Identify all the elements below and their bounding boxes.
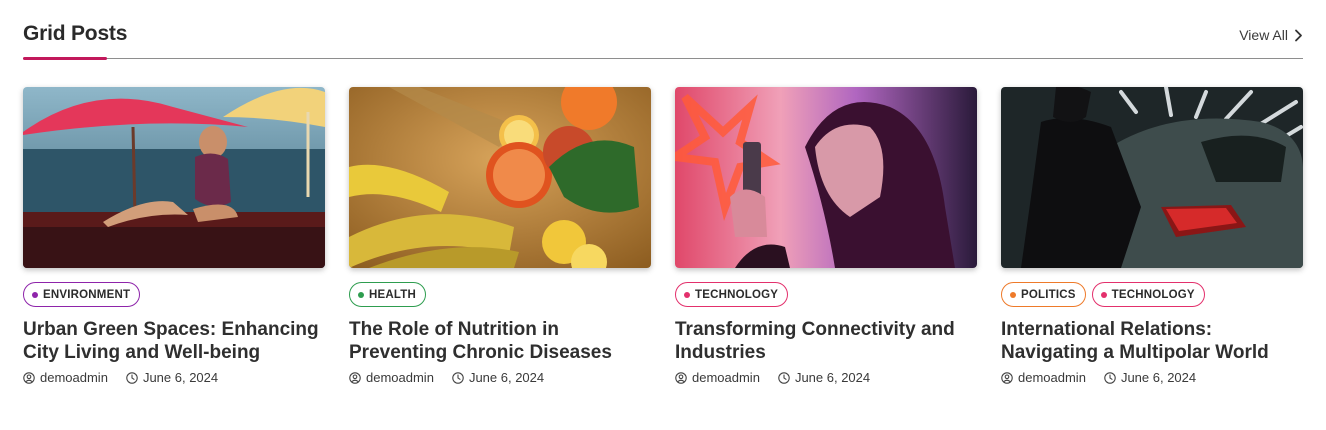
post-author[interactable]: demoadmin bbox=[349, 370, 434, 385]
post-tags: HEALTH bbox=[349, 282, 651, 307]
tag-environment[interactable]: ENVIRONMENT bbox=[23, 282, 141, 307]
view-all-link[interactable]: View All bbox=[1239, 27, 1303, 43]
post-tags: POLITICS TECHNOLOGY bbox=[1001, 282, 1303, 307]
author-name: demoadmin bbox=[366, 370, 434, 385]
poolside-photo bbox=[23, 87, 325, 268]
tag-dot bbox=[1100, 291, 1107, 298]
post-meta: demoadmin June 6, 2024 bbox=[675, 370, 977, 385]
post-title[interactable]: The Role of Nutrition in Preventing Chro… bbox=[349, 318, 651, 364]
post-author[interactable]: demoadmin bbox=[23, 370, 108, 385]
post-title[interactable]: International Relations: Navigating a Mu… bbox=[1001, 318, 1303, 364]
author-name: demoadmin bbox=[692, 370, 760, 385]
post-meta: demoadmin June 6, 2024 bbox=[23, 370, 325, 385]
tag-label: TECHNOLOGY bbox=[695, 288, 779, 301]
tag-technology[interactable]: TECHNOLOGY bbox=[675, 282, 789, 307]
tag-dot bbox=[684, 291, 690, 298]
view-all-label: View All bbox=[1239, 27, 1288, 43]
post-tags: ENVIRONMENT bbox=[23, 282, 325, 307]
fruits-photo bbox=[349, 87, 651, 268]
tag-label: HEALTH bbox=[369, 288, 416, 301]
grid-posts-section: Grid Posts View All ENVIRONMENT Urban Gr… bbox=[23, 0, 1303, 385]
post-title[interactable]: Urban Green Spaces: Enhancing City Livin… bbox=[23, 318, 325, 364]
post-meta: demoadmin June 6, 2024 bbox=[1001, 370, 1303, 385]
tag-technology[interactable]: TECHNOLOGY bbox=[1091, 282, 1205, 307]
date-text: June 6, 2024 bbox=[794, 370, 871, 385]
chevron-right-icon bbox=[1295, 29, 1302, 41]
clock-icon bbox=[452, 371, 464, 384]
clock-icon bbox=[1104, 371, 1116, 384]
user-icon bbox=[675, 371, 687, 384]
post-card: POLITICS TECHNOLOGY International Relati… bbox=[1001, 87, 1303, 385]
clock-icon bbox=[778, 371, 790, 384]
post-card: TECHNOLOGY Transforming Connectivity and… bbox=[675, 87, 977, 385]
post-author[interactable]: demoadmin bbox=[1001, 370, 1086, 385]
neon-phone-photo bbox=[675, 87, 977, 268]
tag-dot bbox=[32, 291, 38, 298]
post-title[interactable]: Transforming Connectivity and Industries bbox=[675, 318, 977, 364]
post-date[interactable]: June 6, 2024 bbox=[1104, 370, 1196, 385]
post-date[interactable]: June 6, 2024 bbox=[126, 370, 218, 385]
post-meta: demoadmin June 6, 2024 bbox=[349, 370, 651, 385]
post-card: ENVIRONMENT Urban Green Spaces: Enhancin… bbox=[23, 87, 325, 385]
tag-politics[interactable]: POLITICS bbox=[1001, 282, 1086, 307]
tag-dot bbox=[1010, 291, 1016, 298]
post-thumbnail[interactable] bbox=[1001, 87, 1303, 268]
post-thumbnail[interactable] bbox=[675, 87, 977, 268]
tag-label: POLITICS bbox=[1021, 288, 1076, 301]
section-title-underline bbox=[23, 57, 107, 60]
user-icon bbox=[349, 371, 361, 384]
tag-health[interactable]: HEALTH bbox=[349, 282, 426, 307]
car-photo bbox=[1001, 87, 1303, 268]
author-name: demoadmin bbox=[1018, 370, 1086, 385]
user-icon bbox=[23, 371, 35, 384]
section-header: Grid Posts View All bbox=[23, 0, 1303, 60]
posts-grid: ENVIRONMENT Urban Green Spaces: Enhancin… bbox=[23, 87, 1303, 385]
post-card: HEALTH The Role of Nutrition in Preventi… bbox=[349, 87, 651, 385]
post-thumbnail[interactable] bbox=[349, 87, 651, 268]
user-icon bbox=[1001, 371, 1013, 384]
tag-label: ENVIRONMENT bbox=[43, 288, 131, 301]
post-author[interactable]: demoadmin bbox=[675, 370, 760, 385]
tag-dot bbox=[358, 291, 364, 298]
clock-icon bbox=[126, 371, 138, 384]
section-title: Grid Posts bbox=[23, 22, 128, 45]
post-date[interactable]: June 6, 2024 bbox=[778, 370, 870, 385]
post-tags: TECHNOLOGY bbox=[675, 282, 977, 307]
post-thumbnail[interactable] bbox=[23, 87, 325, 268]
date-text: June 6, 2024 bbox=[468, 370, 545, 385]
tag-label: TECHNOLOGY bbox=[1111, 288, 1195, 301]
post-date[interactable]: June 6, 2024 bbox=[452, 370, 544, 385]
date-text: June 6, 2024 bbox=[142, 370, 219, 385]
date-text: June 6, 2024 bbox=[1120, 370, 1197, 385]
author-name: demoadmin bbox=[40, 370, 108, 385]
